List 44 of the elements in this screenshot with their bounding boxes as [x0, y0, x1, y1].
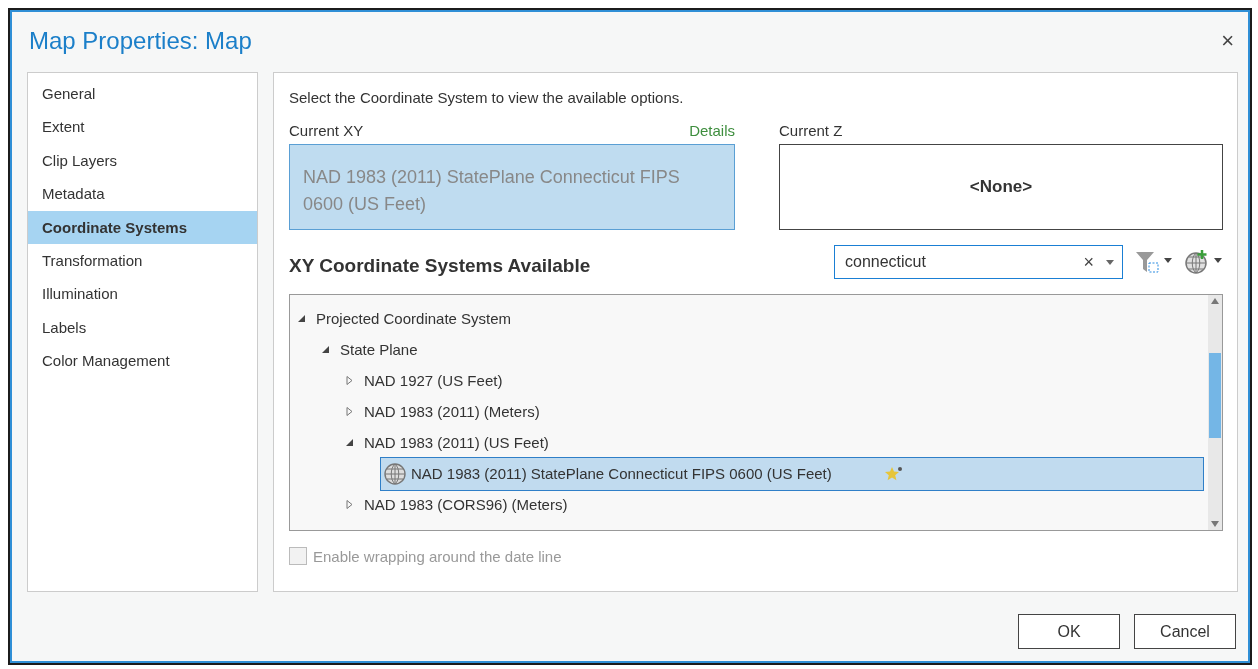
scrollbar[interactable]	[1208, 295, 1222, 530]
current-xy-value: NAD 1983 (2011) StatePlane Connecticut FIPS 0600 (US Feet)	[289, 144, 735, 230]
sidebar-item[interactable]: Coordinate Systems	[28, 210, 257, 244]
tree-node[interactable]: NAD 1983 (2011) (US Feet)	[364, 434, 549, 451]
current-xy-label: Current XY	[289, 122, 364, 139]
sidebar-item[interactable]: Color Management	[28, 344, 257, 378]
tree-node[interactable]: Projected Coordinate System	[316, 310, 512, 327]
window-title: Map Properties: Map	[28, 27, 252, 55]
filter-icon[interactable]	[1135, 250, 1173, 274]
sidebar-item[interactable]: Illumination	[28, 277, 257, 311]
globe-icon	[384, 462, 406, 485]
dropdown-icon[interactable]	[1106, 259, 1114, 265]
instruction-text: Select the Coordinate System to view the available options.	[289, 89, 684, 106]
tree-node[interactable]: NAD 1983 (2011) StatePlane Connecticut FIPS 0600 (US Feet)	[380, 456, 1204, 491]
scroll-up-icon[interactable]	[1211, 298, 1219, 304]
scroll-down-icon[interactable]	[1211, 521, 1219, 527]
tree-node[interactable]: NAD 1983 (2011) (Meters)	[364, 403, 540, 420]
collapse-icon[interactable]	[298, 314, 306, 323]
sidebar-item[interactable]: Clip Layers	[28, 143, 257, 178]
expand-icon[interactable]	[346, 376, 354, 385]
tree-node[interactable]: NAD 1983 (CORS96) (Meters)	[364, 496, 568, 513]
cancel-button[interactable]: Cancel	[1134, 614, 1236, 649]
expand-icon[interactable]	[346, 500, 354, 509]
tree-node[interactable]: NAD 1927 (US Feet)	[364, 372, 503, 389]
sidebar-item[interactable]: Metadata	[28, 177, 257, 211]
ok-button[interactable]: OK	[1018, 614, 1120, 649]
favorite-star-icon[interactable]	[884, 465, 903, 482]
current-z-label: Current Z	[779, 122, 843, 139]
sidebar-item[interactable]: Labels	[28, 310, 257, 345]
details-link[interactable]: Details	[689, 122, 735, 139]
sidebar-item[interactable]: Transformation	[28, 243, 257, 278]
wrap-checkbox-label: Enable wrapping around the date line	[313, 547, 562, 565]
section-heading: XY Coordinate Systems Available	[289, 254, 592, 277]
current-z-value: <None>	[779, 144, 1223, 230]
close-button[interactable]: ×	[1217, 28, 1238, 54]
clear-button[interactable]: ×	[1083, 251, 1094, 273]
add-globe-icon[interactable]	[1185, 250, 1223, 274]
tree-node[interactable]: State Plane	[340, 341, 418, 358]
sidebar-item[interactable]: Extent	[28, 110, 257, 144]
collapse-icon[interactable]	[322, 345, 330, 354]
sidebar-item[interactable]: General	[28, 77, 257, 111]
expand-icon[interactable]	[346, 407, 354, 416]
search-field[interactable]: connecticut ×	[834, 245, 1123, 279]
collapse-icon[interactable]	[346, 438, 354, 447]
